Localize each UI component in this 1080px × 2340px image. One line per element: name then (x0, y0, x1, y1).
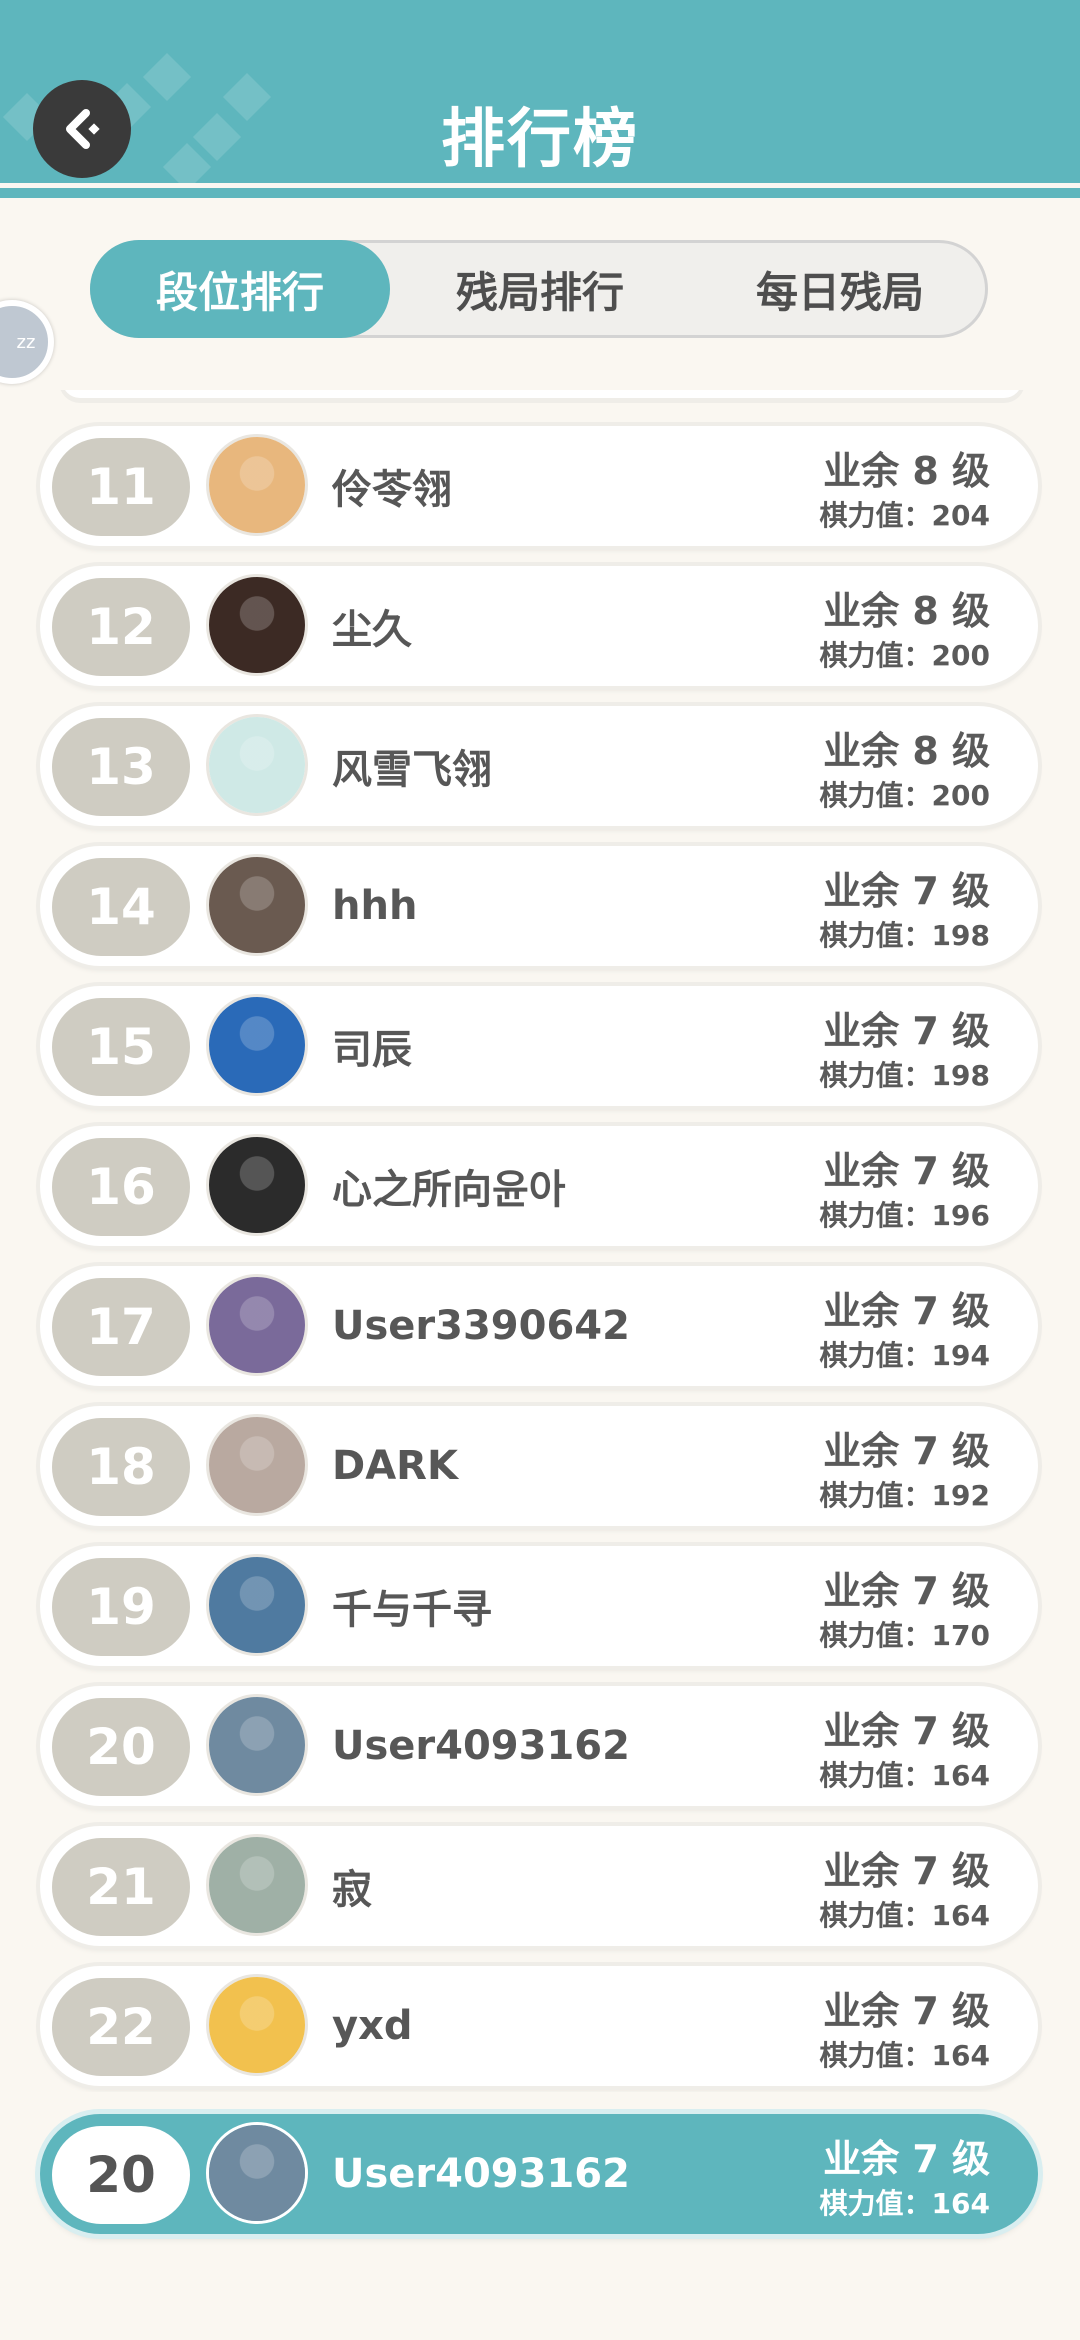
level-label: 业余 7 级 (823, 1009, 990, 1053)
power-value: 棋力值：170 (819, 1619, 990, 1652)
user-avatar[interactable] (206, 714, 308, 816)
username: 尘久 (332, 607, 412, 653)
rank-badge: 19 (52, 1558, 190, 1656)
level-label: 业余 7 级 (823, 1569, 990, 1613)
power-value: 棋力值：164 (819, 1899, 990, 1932)
leaderboard-list[interactable]: 11 伶苓翎 业余 8 级棋力值：204 12 尘久 业余 8 级棋力值：200 13 风雪飞… (0, 390, 1080, 2110)
rank-badge: 14 (52, 858, 190, 956)
power-value: 棋力值：194 (819, 1339, 990, 1372)
rank-badge: 12 (52, 578, 190, 676)
my-username: User4093162 (332, 2151, 630, 2197)
floating-chat-bubble[interactable]: zz (0, 300, 54, 384)
tab-endgame-rank[interactable]: 残局排行 (390, 240, 690, 338)
user-avatar[interactable] (206, 1834, 308, 1936)
power-value: 棋力值：200 (819, 639, 990, 672)
rank-badge: 20 (52, 1698, 190, 1796)
username: 司辰 (332, 1027, 412, 1073)
power-value: 棋力值：164 (819, 1759, 990, 1792)
level-label: 业余 8 级 (823, 589, 990, 633)
power-value: 棋力值：192 (819, 1479, 990, 1512)
rank-badge: 16 (52, 1138, 190, 1236)
user-avatar[interactable] (206, 1974, 308, 2076)
tab-daily-endgame[interactable]: 每日残局 (690, 240, 990, 338)
user-avatar[interactable] (206, 994, 308, 1096)
level-label: 业余 8 级 (823, 729, 990, 773)
power-value: 棋力值：200 (819, 779, 990, 812)
my-level: 业余 7 级 (823, 2137, 990, 2181)
leaderboard-row[interactable]: 11 伶苓翎 业余 8 级棋力值：204 (40, 426, 1038, 546)
leaderboard-row[interactable]: 16 心之所向윤아 业余 7 级棋力值：196 (40, 1126, 1038, 1246)
ranking-tabs: 段位排行 残局排行 每日残局 (90, 240, 988, 338)
username: User3390642 (332, 1303, 630, 1349)
power-value: 棋力值：164 (819, 2039, 990, 2072)
leaderboard-row[interactable]: 21 寂 业余 7 级棋力值：164 (40, 1826, 1038, 1946)
user-avatar[interactable] (206, 1694, 308, 1796)
level-label: 业余 7 级 (823, 1149, 990, 1193)
user-avatar[interactable] (206, 854, 308, 956)
leaderboard-row[interactable]: 15 司辰 业余 7 级棋力值：198 (40, 986, 1038, 1106)
user-avatar[interactable] (206, 1134, 308, 1236)
app-header: 排行榜 (0, 0, 1080, 186)
level-label: 业余 7 级 (823, 869, 990, 913)
floating-bubble-label: zz (16, 331, 36, 353)
level-label: 业余 7 级 (823, 1289, 990, 1333)
leaderboard-row[interactable]: 13 风雪飞翎 业余 8 级棋力值：200 (40, 706, 1038, 826)
rank-badge: 18 (52, 1418, 190, 1516)
rank-badge: 15 (52, 998, 190, 1096)
power-value: 棋力值：198 (819, 1059, 990, 1092)
rank-badge: 21 (52, 1838, 190, 1936)
leaderboard-row[interactable]: 20 User4093162 业余 7 级棋力值：164 (40, 1686, 1038, 1806)
level-label: 业余 7 级 (823, 1429, 990, 1473)
user-avatar[interactable] (206, 574, 308, 676)
username: 心之所向윤아 (332, 1167, 566, 1213)
user-avatar[interactable] (206, 1554, 308, 1656)
leaderboard-row[interactable]: 12 尘久 业余 8 级棋力值：200 (40, 566, 1038, 686)
leaderboard-row[interactable]: 17 User3390642 业余 7 级棋力值：194 (40, 1266, 1038, 1386)
user-avatar[interactable] (206, 434, 308, 536)
partial-row-above (62, 390, 1022, 398)
leaderboard-row[interactable]: 18 DARK 业余 7 级棋力值：192 (40, 1406, 1038, 1526)
user-avatar[interactable] (206, 1274, 308, 1376)
username: DARK (332, 1443, 458, 1489)
my-rank-row[interactable]: 20 User4093162 业余 7 级 棋力值：164 (40, 2114, 1038, 2234)
header-divider-line (0, 188, 1080, 198)
power-value: 棋力值：196 (819, 1199, 990, 1232)
power-value: 棋力值：204 (819, 499, 990, 532)
username: yxd (332, 2003, 413, 2049)
level-label: 业余 7 级 (823, 1709, 990, 1753)
my-rank-badge: 20 (52, 2126, 190, 2224)
rank-badge: 17 (52, 1278, 190, 1376)
my-power: 棋力值：164 (819, 2187, 990, 2220)
leaderboard-row[interactable]: 19 千与千寻 业余 7 级棋力值：170 (40, 1546, 1038, 1666)
rank-badge: 11 (52, 438, 190, 536)
username: 伶苓翎 (332, 467, 452, 513)
level-label: 业余 7 级 (823, 1989, 990, 2033)
level-label: 业余 7 级 (823, 1849, 990, 1893)
leaderboard-row[interactable]: 14 hhh 业余 7 级棋力值：198 (40, 846, 1038, 966)
username: 寂 (332, 1867, 372, 1913)
list-bottom-fade (0, 2092, 1080, 2110)
username: User4093162 (332, 1723, 630, 1769)
username: 风雪飞翎 (332, 747, 492, 793)
power-value: 棋力值：198 (819, 919, 990, 952)
rank-badge: 22 (52, 1978, 190, 2076)
level-label: 业余 8 级 (823, 449, 990, 493)
leaderboard-row[interactable]: 22 yxd 业余 7 级棋力值：164 (40, 1966, 1038, 2086)
rank-badge: 13 (52, 718, 190, 816)
page-title: 排行榜 (441, 103, 639, 177)
my-avatar (206, 2122, 308, 2224)
user-avatar[interactable] (206, 1414, 308, 1516)
username: hhh (332, 883, 418, 929)
username: 千与千寻 (332, 1587, 492, 1633)
tab-rank[interactable]: 段位排行 (90, 240, 390, 338)
